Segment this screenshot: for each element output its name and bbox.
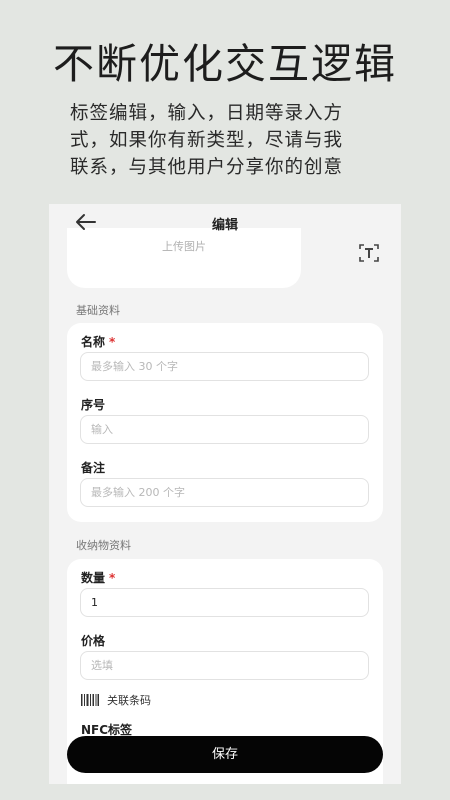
- promo-description-line: 标签编辑，输入，日期等录入方: [70, 103, 344, 124]
- section-title-basic: 基础资料: [76, 304, 120, 317]
- save-button[interactable]: 保存: [67, 736, 383, 773]
- promo-headline: 不断优化交互逻辑: [53, 40, 397, 88]
- section-title-storage: 收纳物资料: [76, 539, 131, 552]
- note-label: 备注: [81, 461, 106, 475]
- quantity-input[interactable]: 1: [80, 588, 369, 617]
- name-label-text: 名称: [81, 335, 106, 349]
- quantity-label: 数量 *: [81, 569, 115, 586]
- app-screen: 上传图片 编辑 基础资料 名称 * 最多输入 30 个字 序号 输入 备注 最多输…: [49, 204, 401, 784]
- price-input[interactable]: 选填: [80, 651, 369, 680]
- note-input[interactable]: 最多输入 200 个字: [80, 478, 369, 507]
- link-barcode-button[interactable]: 关联条码: [81, 693, 151, 707]
- serial-input[interactable]: 输入: [80, 415, 369, 444]
- text-recognition-icon: [359, 244, 379, 262]
- upload-image-label: 上传图片: [162, 240, 206, 253]
- promo-description-line: 联系，与其他用户分享你的创意: [70, 157, 344, 178]
- promo-description-line: 式，如果你有新类型，尽请与我: [70, 130, 344, 151]
- text-recognition-button[interactable]: [359, 244, 379, 262]
- price-label: 价格: [81, 634, 106, 648]
- top-bar: 编辑: [49, 204, 401, 240]
- page-title: 编辑: [211, 218, 238, 233]
- name-label: 名称 *: [81, 333, 115, 350]
- quantity-label-text: 数量: [81, 571, 106, 585]
- required-mark: *: [109, 571, 116, 585]
- barcode-icon: [81, 694, 99, 706]
- link-barcode-label: 关联条码: [107, 694, 151, 707]
- basic-info-card: 名称 * 最多输入 30 个字 序号 输入 备注 最多输入 200 个字: [67, 323, 383, 522]
- serial-label: 序号: [81, 398, 106, 412]
- promo-description: 标签编辑，输入，日期等录入方 式，如果你有新类型，尽请与我 联系，与其他用户分享…: [70, 100, 390, 181]
- name-input[interactable]: 最多输入 30 个字: [80, 352, 369, 381]
- required-mark: *: [109, 335, 116, 349]
